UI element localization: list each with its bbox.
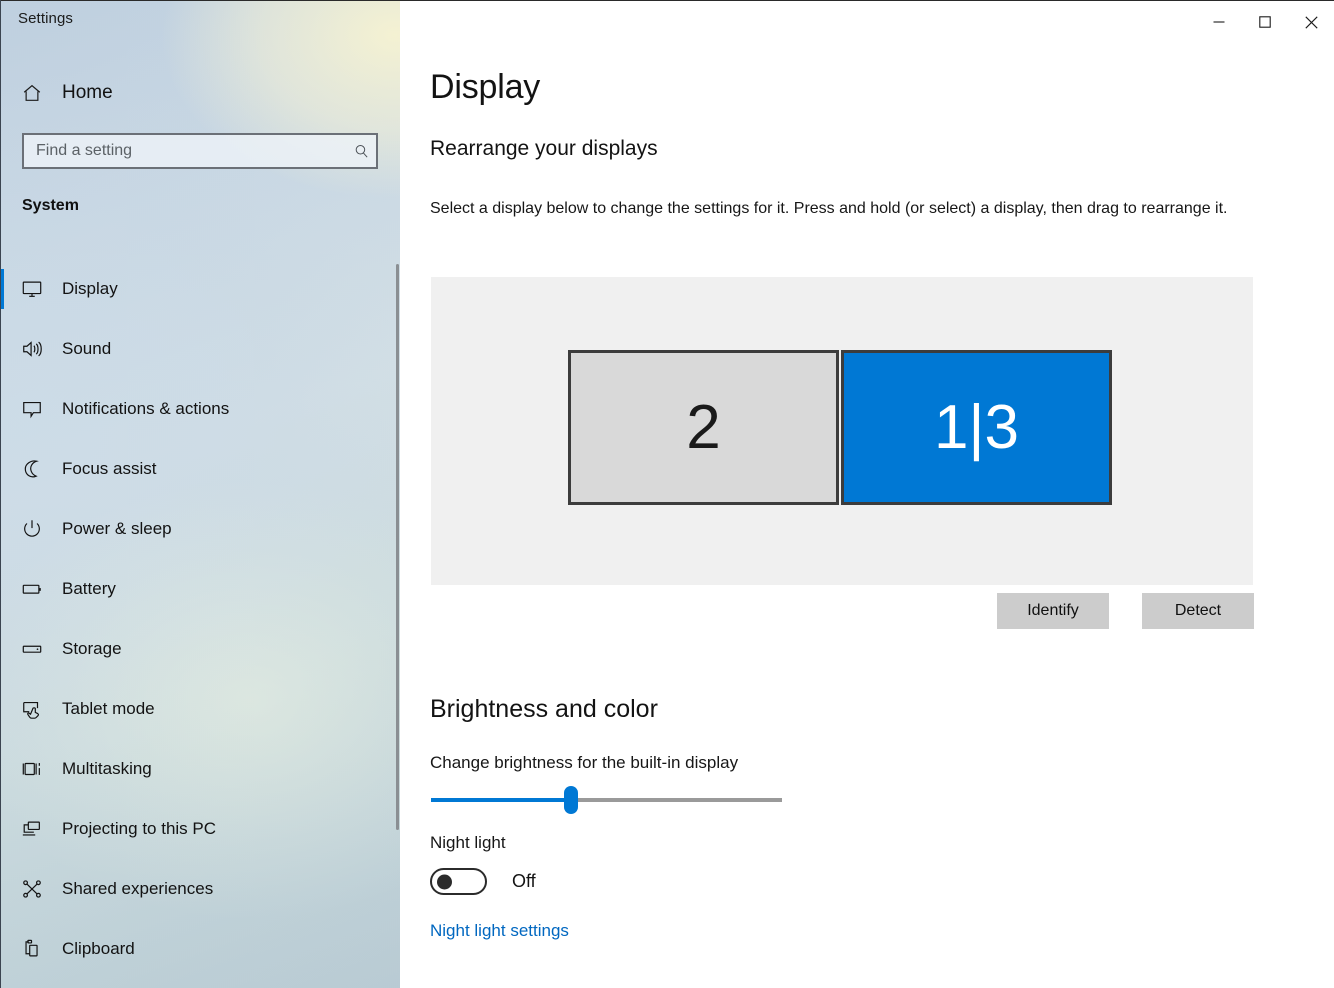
sidebar-item-shared-experiences-label: Shared experiences [62, 879, 214, 898]
tablet-icon [8, 698, 56, 720]
night-light-state: Off [512, 871, 536, 891]
storage-icon [8, 638, 56, 660]
display-tile-1-3-label: 1|3 [933, 393, 1020, 462]
minimize-button[interactable] [1196, 0, 1242, 44]
page-title: Display [430, 68, 541, 106]
sidebar-item-power-sleep-label: Power & sleep [62, 519, 172, 538]
sidebar-item-display[interactable]: Display [0, 259, 400, 319]
sidebar-item-notifications[interactable]: Notifications & actions [0, 379, 400, 439]
sidebar-item-sound[interactable]: Sound [0, 319, 400, 379]
display-tile-2[interactable]: 2 [568, 350, 839, 505]
speaker-icon [8, 338, 56, 360]
sidebar-item-clipboard-label: Clipboard [62, 939, 135, 958]
notification-icon [8, 398, 56, 420]
brightness-slider[interactable] [431, 786, 782, 814]
sidebar-item-sound-label: Sound [62, 339, 112, 358]
maximize-button[interactable] [1242, 0, 1288, 44]
sidebar-group-title: System [22, 197, 79, 214]
night-light-settings-link[interactable]: Night light settings [430, 921, 569, 941]
sidebar-item-tablet-mode-label: Tablet mode [62, 699, 155, 718]
window-controls [1196, 0, 1334, 44]
monitor-icon [8, 278, 56, 300]
sidebar-item-focus-assist[interactable]: Focus assist [0, 439, 400, 499]
sidebar-item-battery-label: Battery [62, 579, 116, 598]
battery-icon [8, 578, 56, 600]
main-content: Display Rearrange your displays Select a… [400, 0, 1334, 988]
detect-button[interactable]: Detect [1142, 593, 1254, 629]
brightness-heading: Brightness and color [430, 695, 658, 723]
night-light-label: Night light [430, 833, 506, 852]
window-border-left [0, 0, 1, 988]
toggle-knob [437, 874, 452, 889]
moon-icon [8, 458, 56, 480]
search-input[interactable] [24, 135, 346, 167]
sidebar-item-multitasking-label: Multitasking [62, 759, 152, 778]
sidebar-item-projecting[interactable]: Projecting to this PC [0, 799, 400, 859]
identify-button[interactable]: Identify [997, 593, 1109, 629]
sidebar-item-storage-label: Storage [62, 639, 122, 658]
sidebar-item-power-sleep[interactable]: Power & sleep [0, 499, 400, 559]
rearrange-description: Select a display below to change the set… [430, 200, 1228, 217]
multitasking-icon [8, 758, 56, 780]
window-title: Settings [18, 10, 73, 27]
display-tile-2-label: 2 [686, 393, 721, 462]
settings-window: Settings Home Find a setting System Disp… [0, 0, 1334, 988]
display-action-buttons: Identify Detect [400, 593, 1254, 629]
display-tile-1-3[interactable]: 1|3 [841, 350, 1112, 505]
sidebar-item-display-label: Display [62, 279, 118, 298]
projecting-icon [8, 818, 56, 840]
search-icon[interactable] [346, 143, 376, 160]
close-button[interactable] [1288, 0, 1334, 44]
clipboard-icon [8, 938, 56, 960]
search-box[interactable] [22, 133, 378, 169]
display-arrangement-canvas[interactable]: 2 1|3 [431, 277, 1253, 585]
sidebar-nav-list: Display Sound Notifications & actions Fo… [0, 259, 400, 979]
sidebar-item-battery[interactable]: Battery [0, 559, 400, 619]
slider-thumb[interactable] [564, 786, 579, 814]
sidebar-item-tablet-mode[interactable]: Tablet mode [0, 679, 400, 739]
share-icon [8, 878, 56, 900]
sidebar-item-storage[interactable]: Storage [0, 619, 400, 679]
sidebar-item-projecting-label: Projecting to this PC [62, 819, 217, 838]
sidebar-item-home-label: Home [62, 82, 113, 103]
rearrange-heading: Rearrange your displays [430, 137, 658, 160]
sidebar-item-home[interactable]: Home [0, 72, 400, 114]
sidebar-item-shared-experiences[interactable]: Shared experiences [0, 859, 400, 919]
sidebar-item-focus-assist-label: Focus assist [62, 459, 157, 478]
sidebar-scrollbar[interactable] [396, 264, 399, 830]
night-light-toggle[interactable] [430, 868, 487, 895]
sidebar-item-clipboard[interactable]: Clipboard [0, 919, 400, 979]
sidebar-item-multitasking[interactable]: Multitasking [0, 739, 400, 799]
brightness-slider-label: Change brightness for the built-in displ… [430, 753, 739, 772]
window-border-top [0, 0, 1334, 1]
night-light-row: Off [430, 868, 536, 895]
sidebar: Settings Home Find a setting System Disp… [0, 0, 400, 988]
slider-fill [431, 798, 572, 802]
power-icon [8, 518, 56, 540]
home-icon [8, 82, 56, 104]
sidebar-item-notifications-label: Notifications & actions [62, 399, 230, 418]
